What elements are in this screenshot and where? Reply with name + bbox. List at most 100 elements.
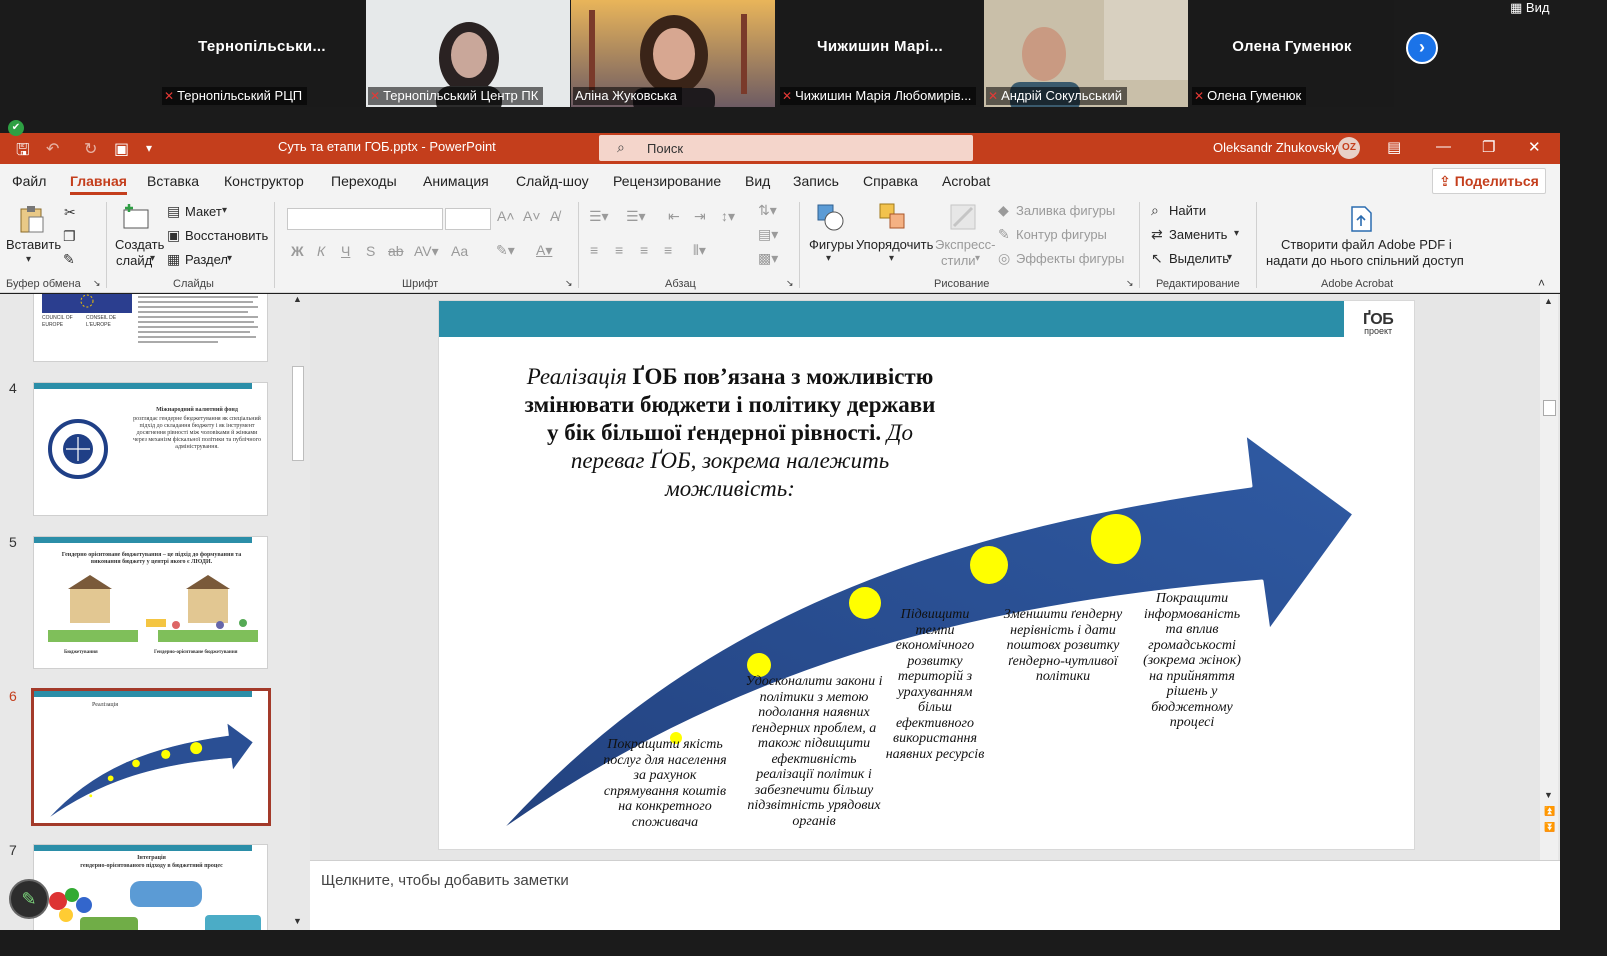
participant-tile[interactable]: ✕ Андрій Сокульський (984, 0, 1188, 107)
font-size-select[interactable] (445, 208, 491, 230)
italic-button[interactable]: К (317, 243, 325, 259)
select-button[interactable]: Выделить (1169, 251, 1229, 266)
ribbon-display-icon[interactable]: ▤ (1387, 138, 1401, 156)
increase-indent-icon[interactable]: ⇥ (694, 208, 706, 225)
bullets-icon[interactable]: ☰▾ (589, 208, 609, 225)
slide-thumbnail-4[interactable]: Міжнародний валютний фонд розглядає генд… (33, 382, 268, 516)
grow-font-icon[interactable]: A˄ (497, 208, 515, 224)
font-family-select[interactable] (287, 208, 443, 230)
scroll-down-icon[interactable]: ▼ (293, 916, 302, 926)
decrease-indent-icon[interactable]: ⇤ (668, 208, 680, 225)
slide-thumbnail-5[interactable]: Гендерно орієнтоване бюджетування – це п… (33, 536, 268, 669)
character-spacing-icon[interactable]: AV▾ (414, 243, 439, 260)
copy-icon[interactable]: ❐ (63, 228, 76, 245)
view-button[interactable]: ▦ Вид (1510, 0, 1549, 16)
layout-button[interactable]: Макет (185, 204, 222, 219)
avatar[interactable]: OZ (1338, 137, 1360, 159)
slide-thumbnail-7[interactable]: Інтеграція гендерно-орієнтованого підход… (33, 844, 268, 930)
quick-styles-button-label[interactable]: стили (941, 253, 976, 268)
dialog-launcher-icon[interactable]: ↘ (786, 278, 794, 289)
tab-acrobat[interactable]: Acrobat (942, 173, 990, 189)
find-button[interactable]: Найти (1169, 203, 1206, 218)
new-slide-button[interactable]: Создать (115, 237, 164, 252)
new-slide-button-label[interactable]: слайд (116, 253, 152, 268)
align-text-icon[interactable]: ▤▾ (758, 226, 778, 243)
columns-icon[interactable]: ⫴▾ (693, 242, 706, 259)
tab-record[interactable]: Запись (793, 173, 839, 189)
align-right-icon[interactable]: ≡ (640, 242, 648, 258)
arrange-button[interactable]: Упорядочить (856, 237, 933, 252)
quick-styles-button[interactable]: Экспресс- (935, 237, 996, 252)
collapse-ribbon-icon[interactable]: ˄ (1538, 276, 1545, 290)
justify-icon[interactable]: ≡ (664, 242, 672, 258)
participant-tile[interactable]: Чижишин Марі... ✕ Чижишин Марія Любомирів… (778, 0, 982, 107)
strikethrough-button[interactable]: ab (388, 243, 404, 259)
tab-file[interactable]: Файл (12, 173, 46, 189)
clear-formatting-icon[interactable]: A̸ (550, 208, 559, 224)
next-slide-icon[interactable]: ⏬ (1544, 822, 1555, 833)
tab-slideshow[interactable]: Слайд-шоу (516, 173, 589, 189)
numbering-icon[interactable]: ☰▾ (626, 208, 646, 225)
participant-tile[interactable]: Олена Гуменюк ✕ Олена Гуменюк (1190, 0, 1394, 107)
shape-fill-button[interactable]: Заливка фигуры (1016, 203, 1115, 218)
tab-review[interactable]: Рецензирование (613, 173, 721, 189)
bold-button[interactable]: Ж (291, 243, 304, 259)
line-spacing-icon[interactable]: ↕▾ (721, 208, 735, 225)
chevron-down-icon[interactable]: ▾ (975, 253, 980, 264)
minimize-icon[interactable]: — (1436, 138, 1451, 155)
slide-thumbnail-6-selected[interactable]: Реалізація (31, 688, 271, 826)
slide-scrollbar[interactable]: ▲ ▼ ⏫ ⏬ (1540, 294, 1558, 860)
undo-icon[interactable]: ↶ (46, 139, 59, 159)
shrink-font-icon[interactable]: A˅ (523, 208, 541, 224)
tab-transitions[interactable]: Переходы (331, 173, 397, 189)
section-button[interactable]: Раздел (185, 252, 228, 267)
chevron-down-icon[interactable]: ▾ (227, 253, 232, 264)
chevron-down-icon[interactable]: ▾ (26, 254, 31, 265)
chevron-down-icon[interactable]: ▾ (826, 253, 831, 264)
align-center-icon[interactable]: ≡ (615, 242, 623, 258)
paste-button[interactable]: Вставить (6, 237, 61, 252)
customize-toolbar-icon[interactable]: ▾ (146, 141, 152, 155)
thumbnail-scrollbar[interactable]: ▲ ▼ (290, 294, 306, 930)
redo-icon[interactable]: ↻ (84, 139, 97, 159)
previous-slide-icon[interactable]: ⏫ (1544, 806, 1555, 817)
chevron-down-icon[interactable]: ▾ (1234, 228, 1239, 239)
share-button[interactable]: ⇪ Поделиться (1432, 168, 1546, 194)
scroll-thumb[interactable] (1543, 400, 1556, 416)
dialog-launcher-icon[interactable]: ↘ (93, 278, 101, 289)
shape-outline-button[interactable]: Контур фигуры (1016, 227, 1107, 242)
user-name[interactable]: Oleksandr Zhukovsky (1213, 140, 1338, 155)
tab-home[interactable]: Главная (70, 173, 127, 195)
tab-view[interactable]: Вид (745, 173, 770, 189)
notes-pane[interactable]: Щелкните, чтобы добавить заметки (310, 860, 1560, 930)
scroll-up-icon[interactable]: ▲ (293, 294, 302, 304)
shape-effects-button[interactable]: Эффекты фигуры (1016, 251, 1124, 266)
create-pdf-button[interactable]: Створити файл Adobe PDF і (1281, 237, 1452, 252)
chevron-down-icon[interactable]: ▾ (889, 253, 894, 264)
cut-icon[interactable]: ✂ (64, 204, 76, 221)
format-painter-icon[interactable]: ✎ (63, 251, 75, 268)
slide-thumbnail-3[interactable]: COUNCIL OF EUROPE CONSEIL DE L'EUROPE (33, 294, 268, 362)
restore-icon[interactable]: ❐ (1482, 138, 1495, 156)
replace-button[interactable]: Заменить (1169, 227, 1227, 242)
tab-help[interactable]: Справка (863, 173, 918, 189)
highlight-icon[interactable]: ✎▾ (496, 242, 515, 259)
smartart-icon[interactable]: ▩▾ (758, 250, 778, 267)
current-slide[interactable]: ҐОБ проект Реалізація ҐОБ пов’язана з мо… (438, 300, 1415, 850)
presentation-icon[interactable]: ▣ (114, 139, 129, 159)
scroll-down-icon[interactable]: ▼ (1544, 790, 1553, 800)
change-case-button[interactable]: Aa (451, 243, 468, 259)
participant-tile[interactable]: Тернопільськи... ✕ Тернопільський РЦП (160, 0, 364, 107)
scroll-thumb[interactable] (292, 366, 304, 461)
save-icon[interactable]: 🖫 (16, 139, 30, 166)
reset-button[interactable]: Восстановить (185, 228, 268, 243)
tab-animations[interactable]: Анимация (423, 173, 489, 189)
dialog-launcher-icon[interactable]: ↘ (1126, 278, 1134, 289)
scroll-up-icon[interactable]: ▲ (1544, 296, 1553, 306)
font-color-icon[interactable]: A▾ (536, 242, 552, 259)
tab-design[interactable]: Конструктор (224, 173, 304, 189)
chevron-right-icon[interactable]: › (1406, 32, 1438, 64)
participant-tile-active[interactable]: Аліна Жуковська (571, 0, 775, 107)
dialog-launcher-icon[interactable]: ↘ (565, 278, 573, 289)
close-icon[interactable]: ✕ (1528, 138, 1541, 156)
